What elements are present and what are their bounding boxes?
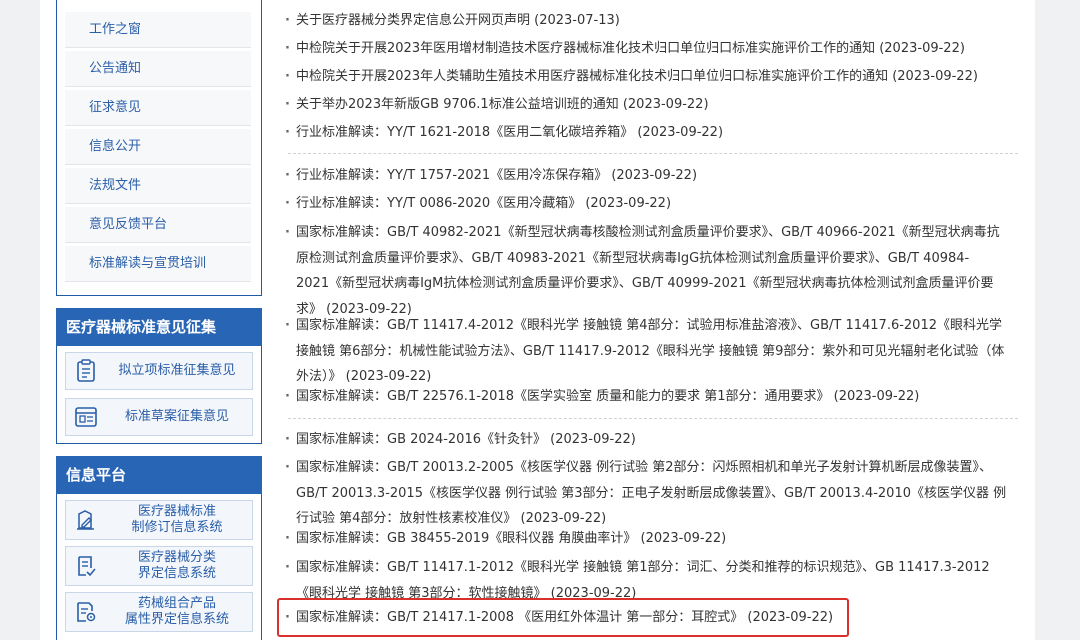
news-link[interactable]: 国家标准解读：GB/T 22576.1-2018《医学实验室 质量和能力的要求 … (296, 389, 919, 404)
list-item[interactable]: · 关于医疗器械分类界定信息公开网页声明 (2023-07-13) (280, 8, 1015, 34)
news-line: 2021《新型冠状病毒IgM抗体检测试剂盒质量评价要求》、GB/T 40999-… (296, 276, 994, 292)
nav-item-standard-training[interactable]: 标准解读与宣贯培训 (65, 246, 251, 282)
news-line: 国家标准解读：GB/T 40982-2021《新型冠状病毒核酸检测试剂盒质量评价… (296, 225, 1000, 240)
news-link[interactable]: 中检院关于开展2023年人类辅助生殖技术用医疗器械标准化技术归口单位归口标准实施… (296, 69, 978, 84)
checklist-icon (66, 547, 106, 585)
list-item[interactable]: · 行业标准解读：YY/T 1621-2018《医用二氧化碳培养箱》 (2023-… (280, 120, 1015, 146)
list-item[interactable]: · 行业标准解读：YY/T 0086-2020《医用冷藏箱》 (2023-09-2… (280, 191, 1015, 217)
list-item[interactable]: · 国家标准解读：GB 2024-2016《针灸针》 (2023-09-22) (280, 427, 1015, 453)
news-line: 接触镜 第6部分：机械性能试验方法》、GB/T 11417.9-2012《眼科光… (296, 343, 1005, 359)
news-link[interactable]: 行业标准解读：YY/T 0086-2020《医用冷藏箱》 (2023-09-22… (296, 196, 671, 211)
list-item[interactable]: · 关于举办2023年新版GB 9706.1标准公益培训班的通知 (2023-09… (280, 92, 1015, 118)
news-link[interactable]: 国家标准解读：GB/T 21417.1-2008 《医用红外体温计 第一部分：耳… (296, 610, 833, 625)
panel-title-standard-opinions: 医疗器械标准意见征集 (56, 308, 262, 346)
nav-item-label: 标准解读与宣贯培训 (89, 256, 207, 271)
nav-item-comments[interactable]: 征求意见 (65, 90, 251, 126)
edit-document-icon (66, 501, 106, 539)
list-item[interactable]: · 行业标准解读：YY/T 1757-2021《医用冷冻保存箱》 (2023-09… (280, 163, 1015, 189)
list-divider (288, 418, 1018, 419)
news-link[interactable]: 国家标准解读：GB 2024-2016《针灸针》 (2023-09-22) (296, 432, 636, 447)
nav-item-label: 公告通知 (89, 61, 142, 76)
document-form-icon (66, 399, 106, 435)
news-link[interactable]: 国家标准解读：GB/T 40982-2021《新型冠状病毒核酸检测试剂盒质量评价… (296, 220, 1015, 322)
panel-standard-opinions: 拟立项标准征集意见 标准草案征集意见 (56, 346, 262, 444)
list-item[interactable]: · 中检院关于开展2023年人类辅助生殖技术用医疗器械标准化技术归口单位归口标准实… (280, 64, 1015, 90)
nav-item-feedback[interactable]: 意见反馈平台 (65, 207, 251, 243)
news-line: 国家标准解读：GB/T 11417.4-2012《眼科光学 接触镜 第4部分：试… (296, 318, 1002, 333)
button-label-line2: 制修订信息系统 (131, 520, 223, 535)
list-item[interactable]: · 国家标准解读：GB/T 40982-2021《新型冠状病毒核酸检测试剂盒质量… (280, 220, 1015, 322)
draft-standard-opinion-button[interactable]: 标准草案征集意见 (65, 398, 253, 436)
list-item[interactable]: · 国家标准解读：GB/T 22576.1-2018《医学实验室 质量和能力的要求… (280, 384, 1015, 410)
document-settings-icon (66, 593, 106, 631)
news-line: GB/T 20013.3-2015《核医学仪器 例行试验 第3部分：正电子发射断… (296, 485, 1007, 501)
button-label: 标准草案征集意见 (124, 409, 229, 424)
nav-item-regulations[interactable]: 法规文件 (65, 168, 251, 204)
news-link[interactable]: 行业标准解读：YY/T 1621-2018《医用二氧化碳培养箱》 (2023-0… (296, 125, 723, 140)
news-line: 《眼科光学 接触镜 第3部分：软性接触镜》 (2023-09-22) (296, 585, 637, 601)
panel-title-info-platform: 信息平台 (56, 456, 262, 494)
news-line: 国家标准解读：GB/T 20013.2-2005《核医学仪器 例行试验 第2部分… (296, 460, 993, 475)
list-item[interactable]: · 国家标准解读：GB/T 11417.1-2012《眼科光学 接触镜 第1部分… (280, 555, 1015, 606)
news-link[interactable]: 国家标准解读：GB/T 11417.4-2012《眼科光学 接触镜 第4部分：试… (296, 313, 1015, 390)
list-item[interactable]: · 中检院关于开展2023年医用增材制造技术医疗器械标准化技术归口单位归口标准实施… (280, 36, 1015, 62)
news-link[interactable]: 国家标准解读：GB/T 11417.1-2012《眼科光学 接触镜 第1部分：词… (296, 555, 1015, 606)
news-line: 原检测试剂盒质量评价要求》、GB/T 40983-2021《新型冠状病毒IgG抗… (296, 250, 970, 266)
classification-system-button[interactable]: 医疗器械分类 界定信息系统 (65, 546, 253, 586)
news-link[interactable]: 关于举办2023年新版GB 9706.1标准公益培训班的通知 (2023-09-… (296, 97, 709, 112)
nav-item-label: 信息公开 (89, 139, 142, 154)
button-label-line1: 医疗器械分类 (137, 550, 216, 565)
nav-item-disclosure[interactable]: 信息公开 (65, 129, 251, 165)
list-item-highlighted[interactable]: · 国家标准解读：GB/T 21417.1-2008 《医用红外体温计 第一部分：… (280, 605, 1015, 631)
list-divider (288, 153, 1018, 154)
proposed-standard-opinion-button[interactable]: 拟立项标准征集意见 (65, 352, 253, 390)
sidebar-nav: 工作之窗 公告通知 征求意见 信息公开 法规文件 意见反馈平台 标准解读与宣贯培… (56, 0, 262, 296)
list-item[interactable]: · 国家标准解读：GB 38455-2019《眼科仪器 角膜曲率计》 (2023-… (280, 526, 1015, 552)
button-label-line1: 药械组合产品 (137, 596, 216, 611)
button-label-line1: 医疗器械标准 (137, 504, 216, 519)
button-label-line2: 属性界定信息系统 (124, 612, 229, 627)
news-link[interactable]: 行业标准解读：YY/T 1757-2021《医用冷冻保存箱》 (2023-09-… (296, 168, 697, 183)
list-item[interactable]: · 国家标准解读：GB/T 20013.2-2005《核医学仪器 例行试验 第2… (280, 455, 1015, 532)
nav-item-label: 意见反馈平台 (89, 217, 168, 232)
news-link[interactable]: 国家标准解读：GB/T 20013.2-2005《核医学仪器 例行试验 第2部分… (296, 455, 1015, 532)
nav-item-label: 法规文件 (89, 178, 142, 193)
nav-item-work-window[interactable]: 工作之窗 (65, 12, 251, 48)
nav-item-label: 征求意见 (89, 100, 142, 115)
nav-item-announcements[interactable]: 公告通知 (65, 51, 251, 87)
news-link[interactable]: 中检院关于开展2023年医用增材制造技术医疗器械标准化技术归口单位归口标准实施评… (296, 41, 965, 56)
combination-product-system-button[interactable]: 药械组合产品 属性界定信息系统 (65, 592, 253, 632)
button-label: 拟立项标准征集意见 (118, 363, 236, 378)
nav-item-label: 工作之窗 (89, 22, 142, 37)
news-line: 国家标准解读：GB/T 11417.1-2012《眼科光学 接触镜 第1部分：词… (296, 560, 990, 575)
standard-revision-system-button[interactable]: 医疗器械标准 制修订信息系统 (65, 500, 253, 540)
panel-info-platform: 医疗器械标准 制修订信息系统 医疗器械分类 界定信息系统 药械组合产品 属性界定信息系… (56, 494, 262, 640)
news-link[interactable]: 国家标准解读：GB 38455-2019《眼科仪器 角膜曲率计》 (2023-0… (296, 531, 726, 546)
clipboard-list-icon (66, 353, 106, 389)
news-link[interactable]: 关于医疗器械分类界定信息公开网页声明 (2023-07-13) (296, 13, 620, 28)
list-item[interactable]: · 国家标准解读：GB/T 11417.4-2012《眼科光学 接触镜 第4部分… (280, 313, 1015, 390)
button-label-line2: 界定信息系统 (137, 566, 216, 581)
